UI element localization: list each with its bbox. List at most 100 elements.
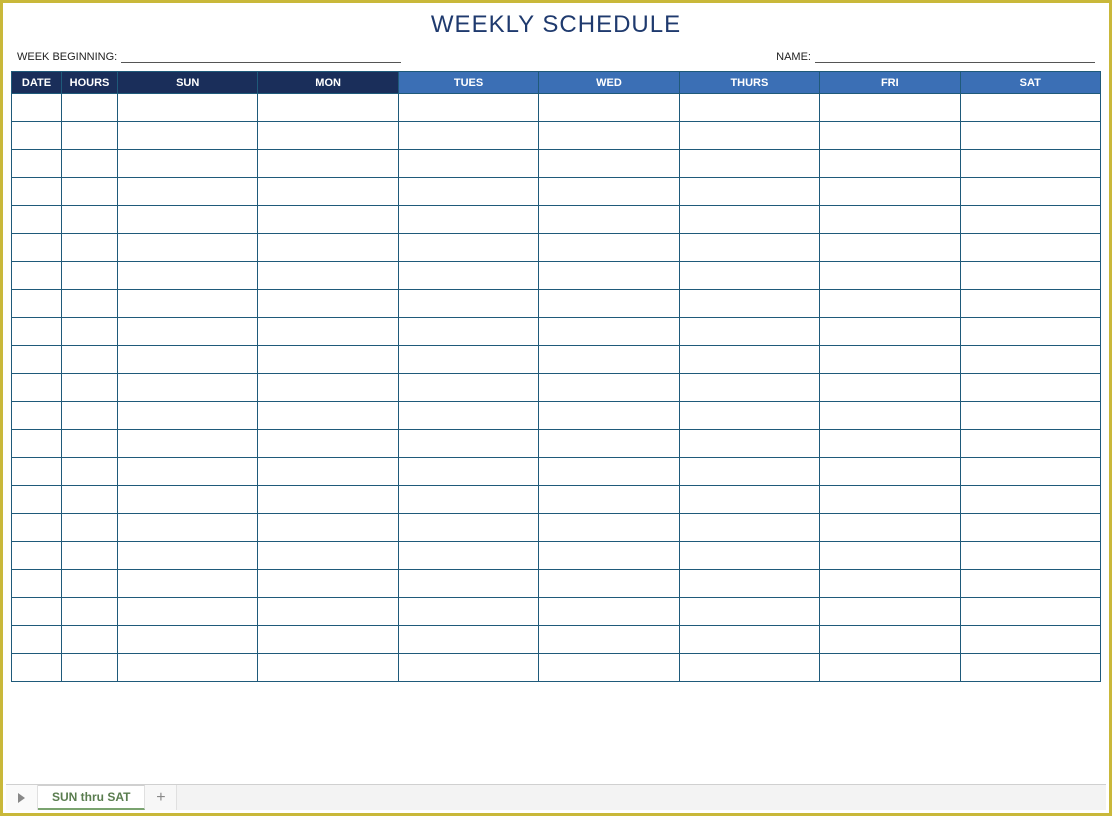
table-cell[interactable] (820, 94, 960, 122)
table-cell[interactable] (679, 402, 819, 430)
table-cell[interactable] (258, 150, 398, 178)
table-cell[interactable] (820, 318, 960, 346)
table-cell[interactable] (62, 94, 118, 122)
table-cell[interactable] (398, 374, 538, 402)
table-cell[interactable] (679, 486, 819, 514)
table-cell[interactable] (12, 318, 62, 346)
table-cell[interactable] (539, 458, 679, 486)
table-cell[interactable] (960, 150, 1100, 178)
table-cell[interactable] (679, 206, 819, 234)
table-cell[interactable] (12, 430, 62, 458)
table-cell[interactable] (118, 94, 258, 122)
table-cell[interactable] (258, 122, 398, 150)
table-cell[interactable] (679, 374, 819, 402)
table-cell[interactable] (118, 570, 258, 598)
table-cell[interactable] (398, 542, 538, 570)
table-cell[interactable] (12, 234, 62, 262)
table-cell[interactable] (398, 234, 538, 262)
table-cell[interactable] (398, 262, 538, 290)
table-cell[interactable] (12, 514, 62, 542)
table-cell[interactable] (62, 374, 118, 402)
table-cell[interactable] (960, 570, 1100, 598)
table-cell[interactable] (679, 654, 819, 682)
table-cell[interactable] (679, 178, 819, 206)
table-cell[interactable] (118, 542, 258, 570)
table-cell[interactable] (960, 206, 1100, 234)
table-cell[interactable] (679, 514, 819, 542)
table-cell[interactable] (820, 598, 960, 626)
table-cell[interactable] (398, 150, 538, 178)
table-cell[interactable] (62, 150, 118, 178)
table-cell[interactable] (12, 458, 62, 486)
table-cell[interactable] (820, 402, 960, 430)
table-cell[interactable] (820, 234, 960, 262)
table-cell[interactable] (539, 290, 679, 318)
table-cell[interactable] (539, 234, 679, 262)
table-cell[interactable] (679, 94, 819, 122)
table-cell[interactable] (960, 374, 1100, 402)
table-cell[interactable] (539, 514, 679, 542)
table-cell[interactable] (820, 374, 960, 402)
table-cell[interactable] (62, 626, 118, 654)
table-cell[interactable] (118, 486, 258, 514)
table-cell[interactable] (539, 570, 679, 598)
table-cell[interactable] (12, 486, 62, 514)
table-cell[interactable] (679, 122, 819, 150)
table-cell[interactable] (679, 458, 819, 486)
table-cell[interactable] (398, 458, 538, 486)
table-cell[interactable] (820, 458, 960, 486)
table-cell[interactable] (62, 178, 118, 206)
table-cell[interactable] (118, 402, 258, 430)
table-cell[interactable] (398, 486, 538, 514)
table-cell[interactable] (118, 654, 258, 682)
table-cell[interactable] (398, 654, 538, 682)
table-cell[interactable] (398, 346, 538, 374)
table-cell[interactable] (118, 374, 258, 402)
table-cell[interactable] (679, 290, 819, 318)
table-cell[interactable] (12, 290, 62, 318)
table-cell[interactable] (539, 122, 679, 150)
table-cell[interactable] (679, 542, 819, 570)
week-beginning-input[interactable] (121, 49, 401, 63)
table-cell[interactable] (539, 178, 679, 206)
table-cell[interactable] (820, 514, 960, 542)
table-cell[interactable] (960, 234, 1100, 262)
table-cell[interactable] (820, 150, 960, 178)
table-cell[interactable] (62, 234, 118, 262)
table-cell[interactable] (62, 486, 118, 514)
table-cell[interactable] (539, 374, 679, 402)
table-cell[interactable] (62, 458, 118, 486)
table-cell[interactable] (539, 430, 679, 458)
table-cell[interactable] (539, 654, 679, 682)
table-cell[interactable] (398, 94, 538, 122)
table-cell[interactable] (62, 598, 118, 626)
table-cell[interactable] (258, 318, 398, 346)
table-cell[interactable] (62, 318, 118, 346)
table-cell[interactable] (118, 178, 258, 206)
table-cell[interactable] (118, 598, 258, 626)
table-cell[interactable] (62, 570, 118, 598)
table-cell[interactable] (960, 430, 1100, 458)
table-cell[interactable] (62, 122, 118, 150)
table-cell[interactable] (539, 598, 679, 626)
add-sheet-button[interactable]: + (145, 785, 177, 810)
table-cell[interactable] (12, 570, 62, 598)
table-cell[interactable] (820, 654, 960, 682)
table-cell[interactable] (258, 430, 398, 458)
table-cell[interactable] (960, 654, 1100, 682)
table-cell[interactable] (539, 346, 679, 374)
table-cell[interactable] (820, 570, 960, 598)
table-cell[interactable] (258, 542, 398, 570)
table-cell[interactable] (118, 458, 258, 486)
table-cell[interactable] (398, 122, 538, 150)
table-cell[interactable] (62, 206, 118, 234)
table-cell[interactable] (62, 290, 118, 318)
table-cell[interactable] (960, 402, 1100, 430)
table-cell[interactable] (398, 206, 538, 234)
table-cell[interactable] (679, 570, 819, 598)
table-cell[interactable] (960, 122, 1100, 150)
table-cell[interactable] (539, 626, 679, 654)
table-cell[interactable] (960, 94, 1100, 122)
table-cell[interactable] (62, 430, 118, 458)
table-cell[interactable] (258, 262, 398, 290)
